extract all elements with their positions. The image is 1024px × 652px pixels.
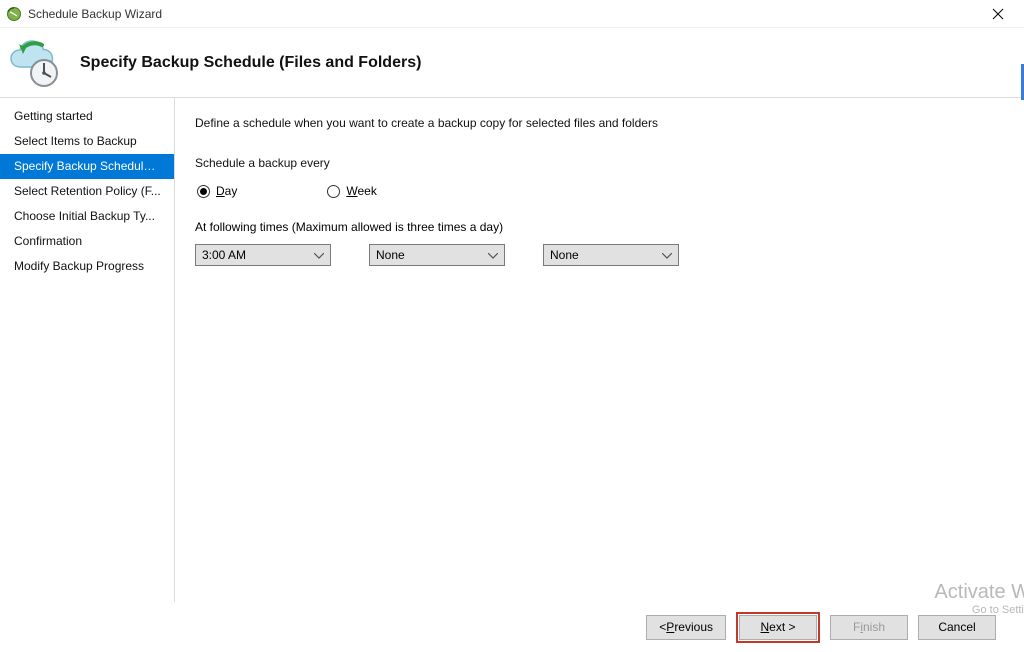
radio-indicator	[197, 185, 210, 198]
window-title: Schedule Backup Wizard	[28, 7, 978, 21]
wizard-steps-sidebar: Getting started Select Items to Backup S…	[0, 98, 175, 602]
schedule-every-label: Schedule a backup every	[195, 156, 1004, 170]
step-getting-started[interactable]: Getting started	[0, 104, 174, 129]
times-label: At following times (Maximum allowed is t…	[195, 220, 1004, 234]
backup-cloud-clock-icon	[6, 35, 62, 91]
radio-day-label: Day	[216, 184, 237, 198]
radio-day[interactable]: Day	[197, 184, 237, 198]
time-select-1[interactable]: 3:00 AM	[195, 244, 331, 266]
next-button-highlight: Next >	[736, 612, 820, 643]
description-text: Define a schedule when you want to creat…	[195, 116, 1004, 130]
wizard-banner: Specify Backup Schedule (Files and Folde…	[0, 28, 1024, 98]
next-button[interactable]: Next >	[739, 615, 817, 640]
chevron-down-icon	[660, 248, 674, 262]
radio-week[interactable]: Week	[327, 184, 376, 198]
frequency-radio-group: Day Week	[195, 184, 1004, 198]
step-specify-schedule[interactable]: Specify Backup Schedule ...	[0, 154, 174, 179]
radio-week-label: Week	[346, 184, 376, 198]
wizard-footer: < Previous Next > Finish Cancel	[0, 602, 1024, 652]
wizard-content: Define a schedule when you want to creat…	[175, 98, 1024, 602]
time-select-1-value: 3:00 AM	[202, 248, 312, 262]
time-select-3[interactable]: None	[543, 244, 679, 266]
step-modify-progress[interactable]: Modify Backup Progress	[0, 254, 174, 279]
step-initial-backup-type[interactable]: Choose Initial Backup Ty...	[0, 204, 174, 229]
previous-button[interactable]: < Previous	[646, 615, 726, 640]
app-icon	[6, 6, 22, 22]
chevron-down-icon	[312, 248, 326, 262]
cancel-button[interactable]: Cancel	[918, 615, 996, 640]
wizard-window: Schedule Backup Wizard Specify Backup Sc…	[0, 0, 1024, 652]
step-select-items[interactable]: Select Items to Backup	[0, 129, 174, 154]
wizard-body: Getting started Select Items to Backup S…	[0, 98, 1024, 602]
page-title: Specify Backup Schedule (Files and Folde…	[80, 54, 421, 72]
titlebar: Schedule Backup Wizard	[0, 0, 1024, 28]
chevron-down-icon	[486, 248, 500, 262]
step-confirmation[interactable]: Confirmation	[0, 229, 174, 254]
time-select-2[interactable]: None	[369, 244, 505, 266]
times-row: 3:00 AM None None	[195, 244, 1004, 266]
radio-indicator	[327, 185, 340, 198]
step-retention-policy[interactable]: Select Retention Policy (F...	[0, 179, 174, 204]
close-button[interactable]	[978, 1, 1018, 27]
time-select-2-value: None	[376, 248, 486, 262]
time-select-3-value: None	[550, 248, 660, 262]
finish-button: Finish	[830, 615, 908, 640]
